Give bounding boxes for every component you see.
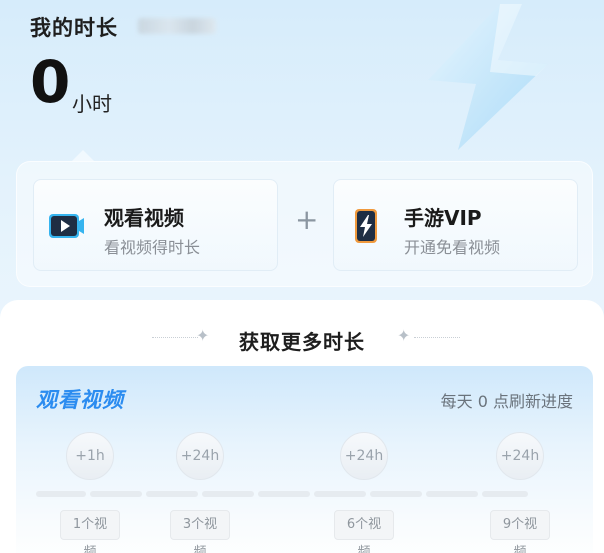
refresh-note: 每天 0 点刷新进度 xyxy=(440,392,573,411)
progress-segment xyxy=(258,491,310,497)
watch-video-panel: 观看视频 每天 0 点刷新进度 +1h +24h +24h +24h 1个视频 … xyxy=(16,366,593,553)
milestone-label-1: 1个视频 xyxy=(60,510,120,553)
watch-video-subtitle: 看视频得时长 xyxy=(104,238,201,257)
more-time-title: 获取更多时长 xyxy=(239,330,365,354)
milestone-reward-3[interactable]: +24h xyxy=(340,432,388,480)
watch-video-section-title: 观看视频 xyxy=(36,388,124,412)
progress-segment xyxy=(482,491,528,497)
ways-panel: 观看视频 看视频得时长 + 手游VIP 开通免看视频 xyxy=(16,161,593,287)
progress-segment xyxy=(90,491,142,497)
mobile-game-vip-card[interactable]: 手游VIP 开通免看视频 xyxy=(333,179,578,271)
sparkle-icon: ✦ xyxy=(397,326,411,345)
progress-segment xyxy=(146,491,198,497)
blurred-user-id xyxy=(138,18,216,34)
milestone-reward-2[interactable]: +24h xyxy=(176,432,224,480)
time-header: 我的时长 0 小时 观看视频 看视频得时长 + 手游VIP 开通免看视频 xyxy=(0,0,604,330)
progress-segment xyxy=(314,491,366,497)
milestone-reward-4[interactable]: +24h xyxy=(496,432,544,480)
progress-segment xyxy=(426,491,478,497)
divider-right xyxy=(414,337,460,338)
watch-video-card[interactable]: 观看视频 看视频得时长 xyxy=(33,179,278,271)
watch-video-title: 观看视频 xyxy=(104,206,184,230)
video-play-icon xyxy=(49,214,84,238)
milestone-label-2: 3个视频 xyxy=(170,510,230,553)
progress-segment xyxy=(370,491,422,497)
milestone-label-3: 6个视频 xyxy=(334,510,394,553)
lightning-bolt-icon xyxy=(428,4,548,150)
panel-pointer xyxy=(72,150,94,161)
milestone-label-4: 9个视频 xyxy=(490,510,550,553)
hours-value: 0 xyxy=(30,48,71,116)
hours-unit: 小时 xyxy=(72,92,112,116)
phone-bolt-icon xyxy=(355,209,377,243)
plus-separator: + xyxy=(295,203,319,236)
vip-title: 手游VIP xyxy=(404,206,482,230)
more-time-section: ✦ 获取更多时长 ✦ 观看视频 每天 0 点刷新进度 +1h +24h +24h… xyxy=(0,300,604,553)
progress-segment xyxy=(36,491,86,497)
progress-segment xyxy=(202,491,254,497)
page-title: 我的时长 xyxy=(30,16,118,40)
vip-subtitle: 开通免看视频 xyxy=(404,238,501,257)
milestone-reward-1[interactable]: +1h xyxy=(66,432,114,480)
